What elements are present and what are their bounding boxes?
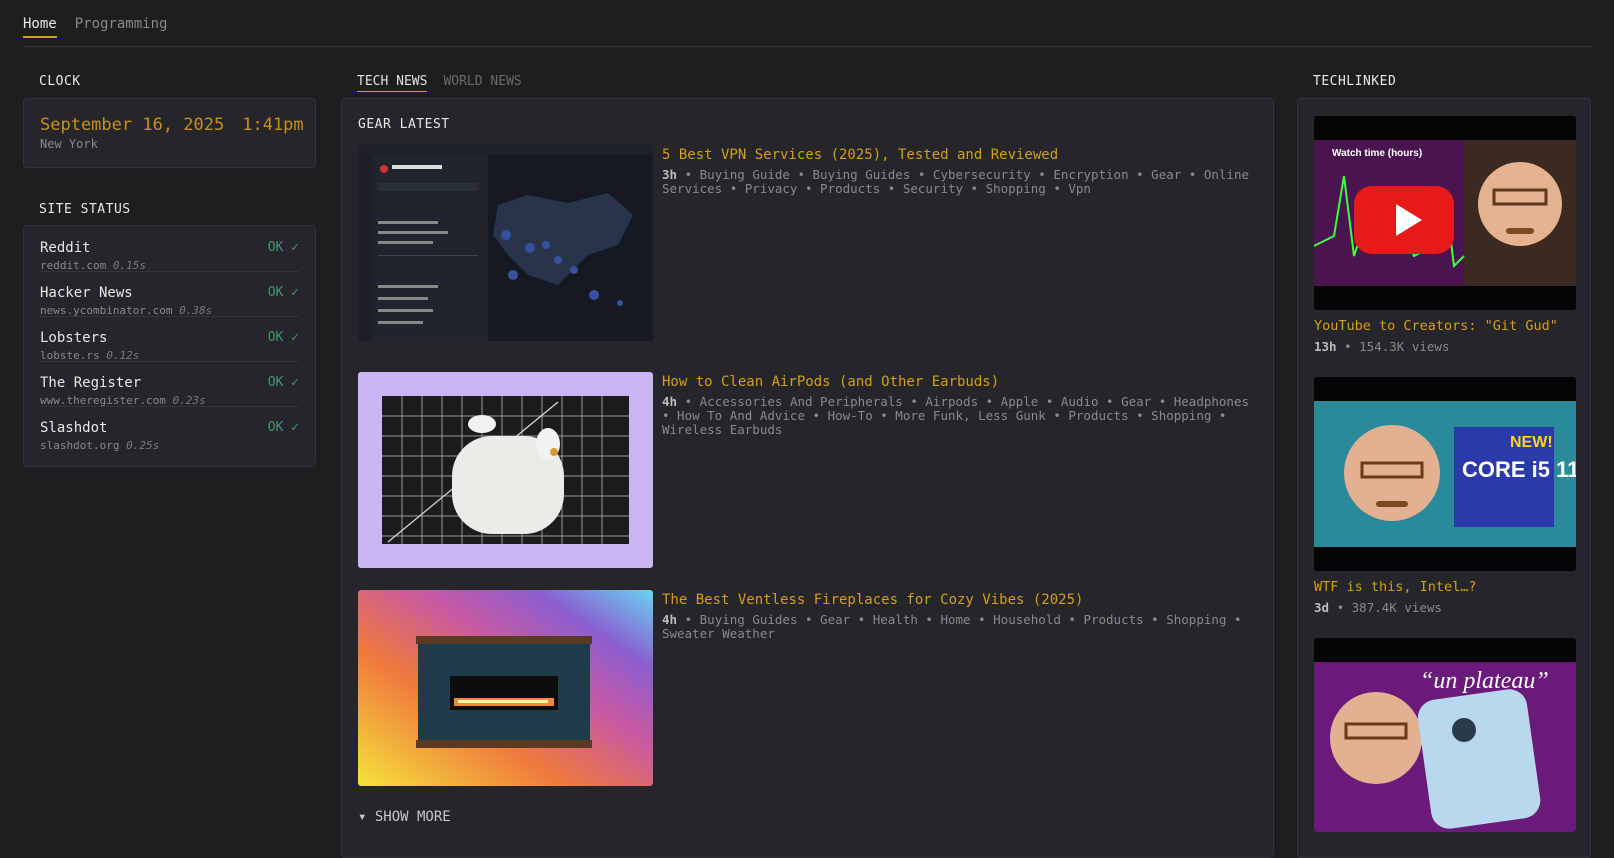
article-tags: Buying Guides • Gear • Health • Home • H…	[662, 612, 1242, 641]
site-status-ok: OK ✓	[267, 240, 299, 255]
site-name: The Register	[40, 375, 142, 391]
article-tags: Accessories And Peripherals • Airpods • …	[662, 394, 1250, 437]
clock-datetime: September 16, 2025 1:41pm	[40, 115, 304, 135]
site-status-ok: OK ✓	[267, 330, 299, 345]
video-age: 13h	[1314, 339, 1337, 354]
site-status-widget: Reddit reddit.com 0.15s OK ✓ Hacker News…	[23, 225, 316, 467]
article-title[interactable]: The Best Ventless Fireplaces for Cozy Vi…	[662, 592, 1083, 608]
article-item: How to Clean AirPods (and Other Earbuds)…	[358, 372, 1258, 570]
article-title[interactable]: 5 Best VPN Services (2025), Tested and R…	[662, 147, 1058, 163]
tab-programming[interactable]: Programming	[75, 16, 168, 38]
site-row-lobsters[interactable]: Lobsters lobste.rs 0.12s OK ✓	[40, 316, 299, 362]
video-thumb-caption: CORE i5 110	[1462, 457, 1576, 482]
site-status-ok: OK ✓	[267, 285, 299, 300]
nav-divider	[23, 46, 1591, 47]
video-thumbnail[interactable]: Watch time (hours)	[1314, 116, 1576, 310]
video-title[interactable]: YouTube to Creators: "Git Gud"	[1314, 318, 1558, 334]
tab-tech-news[interactable]: TECH NEWS	[357, 74, 428, 92]
site-latency: 0.25s	[126, 439, 160, 452]
site-status-ok: OK ✓	[267, 375, 299, 390]
video-age: 3d	[1314, 600, 1330, 615]
article-title[interactable]: How to Clean AirPods (and Other Earbuds)	[662, 374, 999, 390]
article-thumbnail[interactable]	[358, 145, 653, 341]
site-row-reddit[interactable]: Reddit reddit.com 0.15s OK ✓	[40, 226, 299, 272]
video-thumbnail[interactable]: “un plateau”	[1314, 638, 1576, 832]
article-thumbnail[interactable]	[358, 372, 653, 568]
clock-time: 1:41pm	[242, 115, 304, 135]
video-thumb-badge: NEW!	[1510, 434, 1553, 451]
videos-panel: Watch time (hours) YouTube to Creators: …	[1297, 98, 1591, 858]
article-age: 3h	[662, 167, 678, 182]
site-status-title: SITE STATUS	[39, 202, 131, 217]
site-name: Hacker News	[40, 285, 133, 301]
video-meta: 3d • 387.4K views	[1314, 600, 1442, 615]
video-thumb-caption: Watch time (hours)	[1332, 148, 1422, 159]
video-title[interactable]: WTF is this, Intel…?	[1314, 579, 1477, 595]
site-url: slashdot.org 0.25s	[40, 439, 160, 452]
top-nav: Home Programming	[23, 16, 167, 38]
video-meta: 13h • 154.3K views	[1314, 339, 1450, 354]
site-name: Slashdot	[40, 420, 108, 436]
tab-home[interactable]: Home	[23, 16, 57, 38]
clock-widget: September 16, 2025 1:41pm New York	[23, 98, 316, 168]
news-heading: GEAR LATEST	[358, 117, 450, 132]
site-row-slashdot[interactable]: Slashdot slashdot.org 0.25s OK ✓	[40, 406, 299, 452]
tab-world-news[interactable]: WORLD NEWS	[443, 74, 521, 92]
news-tabs: TECH NEWS WORLD NEWS	[357, 74, 522, 92]
article-meta: 4h • Buying Guides • Gear • Health • Hom…	[662, 612, 1242, 641]
video-thumb-caption: “un plateau”	[1420, 668, 1549, 694]
article-item: The Best Ventless Fireplaces for Cozy Vi…	[358, 590, 1258, 788]
article-tags: Buying Guide • Buying Guides • Cybersecu…	[662, 167, 1250, 196]
videos-title: TECHLINKED	[1313, 74, 1397, 89]
article-age: 4h	[662, 612, 678, 627]
site-name: Reddit	[40, 240, 91, 256]
video-thumbnail[interactable]: CORE i5 110 NEW!	[1314, 377, 1576, 571]
news-panel: GEAR LATEST 5 Best VPN Services (2025), …	[341, 98, 1274, 858]
article-age: 4h	[662, 394, 678, 409]
site-row-hacker-news[interactable]: Hacker News news.ycombinator.com 0.38s O…	[40, 271, 299, 317]
clock-city: New York	[40, 137, 98, 151]
site-status-ok: OK ✓	[267, 420, 299, 435]
show-more-button[interactable]: ▾ SHOW MORE	[358, 809, 451, 825]
article-meta: 4h • Accessories And Peripherals • Airpo…	[662, 394, 1250, 437]
site-name: Lobsters	[40, 330, 108, 346]
video-views: 154.3K views	[1359, 339, 1450, 354]
clock-date: September 16, 2025	[40, 115, 225, 135]
clock-title: CLOCK	[39, 74, 81, 89]
site-row-the-register[interactable]: The Register www.theregister.com 0.23s O…	[40, 361, 299, 407]
article-meta: 3h • Buying Guide • Buying Guides • Cybe…	[662, 167, 1250, 196]
article-item: 5 Best VPN Services (2025), Tested and R…	[358, 145, 1258, 343]
article-thumbnail[interactable]	[358, 590, 653, 786]
video-views: 387.4K views	[1351, 600, 1442, 615]
